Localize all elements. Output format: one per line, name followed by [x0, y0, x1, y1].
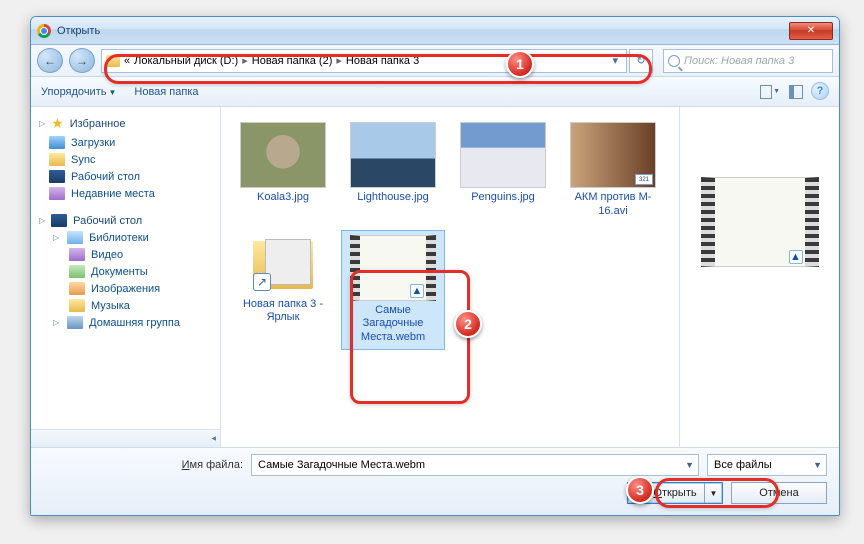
- file-pane: Koala3.jpg Lighthouse.jpg Penguins.jpg 3…: [221, 107, 839, 447]
- sidebar-libraries-header[interactable]: ▷Библиотеки: [35, 229, 216, 246]
- filename-input[interactable]: Самые Загадочные Места.webm ▼: [251, 454, 699, 476]
- refresh-button[interactable]: ↻: [629, 49, 653, 73]
- play-overlay-icon: ▲: [789, 250, 803, 264]
- video-thumbnail: ▲: [350, 235, 436, 301]
- images-icon: [69, 282, 85, 295]
- video-thumbnail: 321: [570, 122, 656, 188]
- search-input[interactable]: Поиск: Новая папка 3: [663, 49, 833, 73]
- dialog-footer: ИИмя файла:мя файла: Самые Загадочные Ме…: [31, 447, 839, 515]
- breadcrumb-bar[interactable]: « Локальный диск (D:) ▸ Новая папка (2) …: [101, 49, 627, 73]
- file-name: АКМ против M-16.avi: [566, 191, 660, 219]
- filename-label: ИИмя файла:мя файла:: [43, 459, 243, 471]
- new-folder-button[interactable]: Новая папка: [134, 86, 198, 98]
- window-buttons: ✕: [787, 22, 833, 40]
- file-item[interactable]: Penguins.jpg: [451, 117, 555, 224]
- view-menu[interactable]: ▼: [759, 82, 781, 102]
- file-name: Koala3.jpg: [257, 191, 309, 205]
- sidebar-item-recent[interactable]: Недавние места: [35, 185, 216, 202]
- sidebar-item-desktop[interactable]: Рабочий стол: [35, 168, 216, 185]
- open-split-dropdown[interactable]: ▼: [704, 483, 722, 503]
- search-icon: [668, 55, 680, 67]
- preview-pane: ▲: [679, 107, 839, 447]
- image-thumbnail: [460, 122, 546, 188]
- file-name: Penguins.jpg: [471, 191, 535, 205]
- sidebar-item-homegroup[interactable]: ▷Домашняя группа: [35, 314, 216, 331]
- chevron-down-icon[interactable]: ▼: [685, 460, 694, 470]
- breadcrumb-dropdown[interactable]: ▾: [608, 54, 622, 67]
- file-list[interactable]: Koala3.jpg Lighthouse.jpg Penguins.jpg 3…: [221, 107, 679, 447]
- shortcut-arrow-icon: ↗: [253, 273, 271, 291]
- image-thumbnail: [350, 122, 436, 188]
- close-button[interactable]: ✕: [789, 22, 833, 40]
- music-icon: [69, 299, 85, 312]
- organize-menu[interactable]: Упорядочить▼: [41, 86, 116, 98]
- documents-icon: [69, 265, 85, 278]
- file-item[interactable]: ↗ Новая папка 3 - Ярлык: [231, 230, 335, 350]
- chrome-icon: [37, 24, 51, 38]
- chevron-down-icon[interactable]: ▼: [813, 460, 822, 470]
- folder-shortcut-thumbnail: ↗: [247, 235, 319, 295]
- file-item-selected[interactable]: ▲ Самые Загадочные Места.webm: [341, 230, 445, 350]
- sidebar: ▷★Избранное Загрузки Sync Рабочий стол Н…: [31, 107, 221, 447]
- back-button[interactable]: ←: [37, 48, 63, 73]
- sidebar-desktop-header[interactable]: ▷Рабочий стол: [35, 212, 216, 229]
- open-dialog: Открыть ✕ ← → « Локальный диск (D:) ▸ Но…: [30, 16, 840, 516]
- sidebar-item-video[interactable]: Видео: [35, 246, 216, 263]
- chevron-right-icon: ▸: [332, 54, 346, 67]
- annotation-badge-1: 1: [506, 50, 534, 78]
- sidebar-item-sync[interactable]: Sync: [35, 151, 216, 168]
- sync-icon: [49, 153, 65, 166]
- mpc-badge: 321: [635, 174, 653, 185]
- recent-icon: [49, 187, 65, 200]
- dialog-body: ▷★Избранное Загрузки Sync Рабочий стол Н…: [31, 107, 839, 447]
- file-name: Lighthouse.jpg: [357, 191, 429, 205]
- filename-value: Самые Загадочные Места.webm: [258, 459, 425, 471]
- annotation-badge-3: 3: [626, 476, 654, 504]
- preview-pane-toggle[interactable]: [785, 82, 807, 102]
- breadcrumb-segment[interactable]: Локальный диск (D:): [134, 55, 238, 67]
- window-title: Открыть: [57, 25, 100, 37]
- breadcrumb-wrap: « Локальный диск (D:) ▸ Новая папка (2) …: [101, 49, 653, 73]
- breadcrumb-segment[interactable]: Новая папка 3: [346, 55, 419, 67]
- preview-thumbnail: ▲: [701, 177, 819, 267]
- cancel-button[interactable]: Отмена: [731, 482, 827, 504]
- sidebar-item-images[interactable]: Изображения: [35, 280, 216, 297]
- star-icon: ★: [51, 115, 64, 132]
- play-overlay-icon: ▲: [410, 284, 424, 298]
- sidebar-item-music[interactable]: Музыка: [35, 297, 216, 314]
- downloads-icon: [49, 136, 65, 149]
- file-item[interactable]: Koala3.jpg: [231, 117, 335, 224]
- breadcrumb-prefix: «: [124, 55, 130, 67]
- sidebar-item-documents[interactable]: Документы: [35, 263, 216, 280]
- desktop-icon: [49, 170, 65, 183]
- file-filter-select[interactable]: Все файлы ▼: [707, 454, 827, 476]
- forward-button[interactable]: →: [69, 48, 95, 73]
- nav-row: ← → « Локальный диск (D:) ▸ Новая папка …: [31, 45, 839, 77]
- help-button[interactable]: ?: [811, 82, 829, 100]
- breadcrumb-segment[interactable]: Новая папка (2): [252, 55, 333, 67]
- libraries-icon: [67, 231, 83, 244]
- annotation-badge-2: 2: [454, 310, 482, 338]
- sidebar-scroll[interactable]: ▴: [31, 429, 220, 447]
- image-thumbnail: [240, 122, 326, 188]
- sidebar-item-downloads[interactable]: Загрузки: [35, 134, 216, 151]
- folder-icon: [106, 55, 120, 67]
- file-name: Новая папка 3 - Ярлык: [236, 298, 330, 326]
- toolbar: Упорядочить▼ Новая папка ▼ ?: [31, 77, 839, 107]
- file-item[interactable]: 321 АКМ против M-16.avi: [561, 117, 665, 224]
- desktop-icon: [51, 214, 67, 227]
- file-name: Самые Загадочные Места.webm: [346, 304, 440, 345]
- titlebar: Открыть ✕: [31, 17, 839, 45]
- homegroup-icon: [67, 316, 83, 329]
- filter-value: Все файлы: [714, 459, 772, 471]
- file-item[interactable]: Lighthouse.jpg: [341, 117, 445, 224]
- sidebar-favorites-header[interactable]: ▷★Избранное: [35, 113, 216, 134]
- video-icon: [69, 248, 85, 261]
- chevron-right-icon: ▸: [238, 54, 252, 67]
- search-placeholder: Поиск: Новая папка 3: [684, 55, 794, 67]
